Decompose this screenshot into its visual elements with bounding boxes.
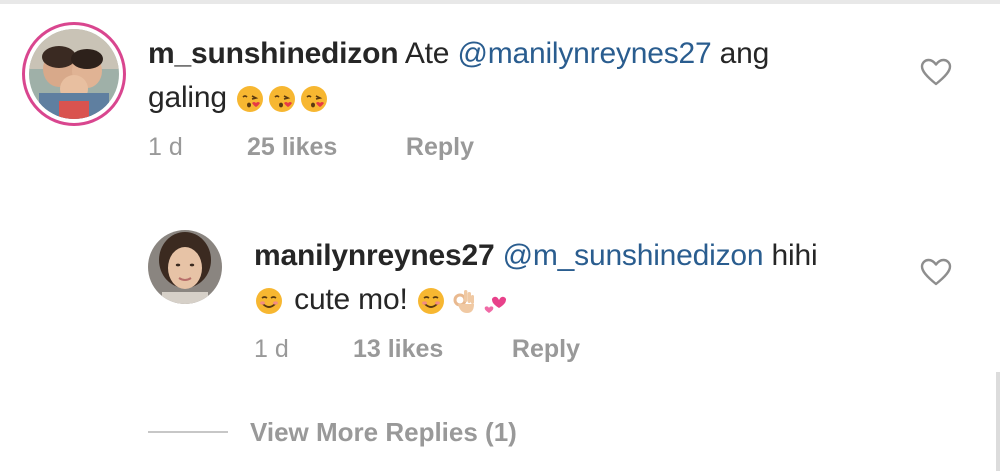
comment-body: manilynreynes27 @m_sunshinedizon hihi cu… (254, 234, 894, 366)
comment-text-post: ang (719, 37, 770, 70)
ok-hand-emoji (453, 290, 474, 314)
avatar[interactable] (148, 230, 222, 304)
face-blowing-kiss-emoji (269, 86, 296, 113)
comment-meta: 1 d 25 likes Reply (148, 130, 848, 164)
view-more-divider (148, 431, 228, 433)
two-hearts-emoji (484, 296, 506, 314)
view-more-label: View More Replies (1) (250, 416, 517, 447)
heart-outline-icon[interactable] (920, 58, 952, 86)
mention-link[interactable]: @manilynreynes27 (457, 37, 711, 70)
comment-text-post: hihi (771, 239, 818, 272)
smiling-face-emoji (256, 288, 282, 315)
likes-count[interactable]: 25 likes (247, 130, 399, 164)
comment-text-word: cute mo! (294, 283, 408, 316)
face-blowing-kiss-emoji (301, 86, 328, 113)
view-more-replies-button[interactable]: View More Replies (1) (148, 414, 517, 450)
comment-text-pre: Ate (404, 37, 450, 70)
right-scroll-edge (996, 372, 1000, 471)
comment-timestamp[interactable]: 1 d (254, 332, 346, 366)
comment-timestamp[interactable]: 1 d (148, 130, 240, 164)
comment-body: m_sunshinedizon Ate @manilynreynes27 ang… (148, 32, 848, 164)
reply-button[interactable]: Reply (406, 130, 474, 164)
username[interactable]: m_sunshinedizon (148, 37, 399, 70)
top-divider (0, 0, 1000, 4)
avatar[interactable] (22, 22, 126, 126)
likes-count[interactable]: 13 likes (353, 332, 505, 366)
heart-outline-icon[interactable] (920, 258, 952, 286)
mention-link[interactable]: @m_sunshinedizon (503, 239, 764, 272)
smiling-face-emoji (417, 288, 444, 315)
comment-text-line2: galing (148, 76, 848, 120)
username[interactable]: manilynreynes27 (254, 239, 495, 272)
comment-text: manilynreynes27 @m_sunshinedizon hihi (254, 234, 894, 278)
reply-button[interactable]: Reply (512, 332, 580, 366)
comment-text-line2: cute mo! (254, 278, 894, 322)
face-blowing-kiss-emoji (237, 86, 264, 113)
comment-text: m_sunshinedizon Ate @manilynreynes27 ang (148, 32, 848, 76)
comment-meta: 1 d 13 likes Reply (254, 332, 894, 366)
profile-photo (29, 29, 119, 119)
profile-photo (148, 230, 222, 304)
comment-text-word: galing (148, 81, 227, 114)
